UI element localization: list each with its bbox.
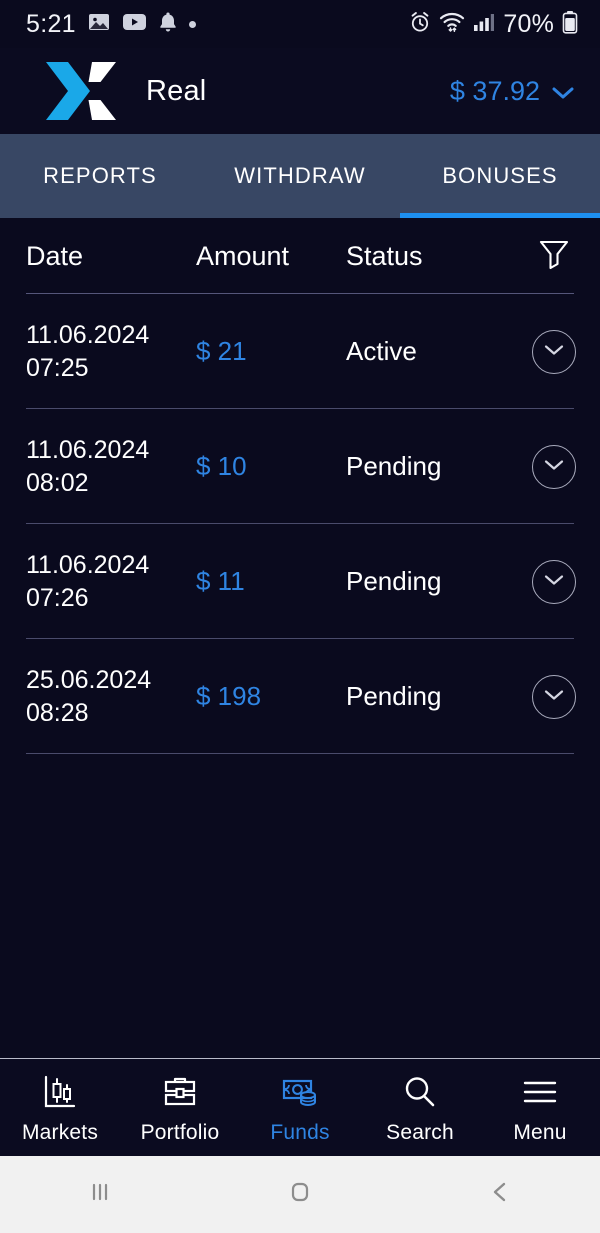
- cell-status: Pending: [346, 566, 442, 596]
- cell-amount: $ 198: [196, 681, 262, 711]
- status-time: 5:21: [26, 9, 76, 38]
- nav-item-markets[interactable]: Markets: [0, 1071, 120, 1145]
- expand-row-button[interactable]: [532, 444, 576, 489]
- filter-funnel-icon: [537, 236, 571, 277]
- row-date: 11.06.2024: [26, 435, 150, 464]
- cell-date: 11.06.2024 08:02: [0, 434, 196, 500]
- signal-icon: [473, 12, 495, 37]
- briefcase-icon: [160, 1071, 200, 1113]
- cell-status: Active: [346, 336, 417, 366]
- chevron-down-icon: [544, 573, 564, 591]
- x-logo: [44, 60, 118, 122]
- expand-row-button[interactable]: [532, 674, 576, 719]
- status-bar-right: 70%: [409, 10, 578, 39]
- row-time: 08:02: [26, 468, 89, 497]
- nav-label: Funds: [270, 1120, 330, 1144]
- cell-action: [508, 444, 600, 489]
- column-header-amount: Amount: [196, 240, 290, 271]
- expand-row-button[interactable]: [532, 559, 576, 604]
- bell-icon: [158, 11, 178, 38]
- row-time: 07:26: [26, 583, 89, 612]
- column-header-status: Status: [346, 240, 423, 271]
- tab-reports[interactable]: REPORTS: [0, 134, 200, 218]
- chevron-down-icon: [544, 688, 564, 706]
- table-row[interactable]: 11.06.2024 07:26 $ 11 Pending: [0, 524, 600, 639]
- candlestick-chart-icon: [40, 1071, 80, 1113]
- status-bar: 5:21 70%: [0, 0, 600, 48]
- recents-icon: [85, 1177, 115, 1212]
- table-row[interactable]: 11.06.2024 08:02 $ 10 Pending: [0, 409, 600, 524]
- battery-icon: [562, 10, 578, 39]
- nav-item-search[interactable]: Search: [360, 1071, 480, 1145]
- gallery-icon: [87, 10, 111, 39]
- cell-amount: $ 11: [196, 566, 245, 596]
- nav-label: Menu: [513, 1120, 567, 1144]
- row-time: 07:25: [26, 353, 89, 382]
- tab-bar: REPORTS WITHDRAW BONUSES: [0, 134, 600, 218]
- chevron-down-icon: [552, 76, 574, 107]
- nav-label: Search: [386, 1120, 454, 1144]
- chevron-down-icon: [544, 343, 564, 361]
- bottom-navigation: Markets Portfolio Funds Search Menu: [0, 1058, 600, 1156]
- cell-amount: $ 10: [196, 451, 247, 481]
- filter-button[interactable]: [508, 236, 600, 277]
- alarm-icon: [409, 11, 431, 38]
- app-header: Real $ 37.92: [0, 48, 600, 134]
- column-header-date: Date: [26, 240, 84, 271]
- row-date: 11.06.2024: [26, 550, 150, 579]
- table-row[interactable]: 25.06.2024 08:28 $ 198 Pending: [0, 639, 600, 754]
- dot-indicator: [188, 20, 196, 28]
- nav-label: Portfolio: [140, 1120, 220, 1144]
- balance-amount: $ 37.92: [449, 75, 540, 106]
- magnifier-icon: [400, 1071, 440, 1113]
- cell-action: [508, 674, 600, 719]
- cell-date: 25.06.2024 08:28: [0, 664, 196, 730]
- wifi-icon: [439, 11, 465, 37]
- back-icon: [485, 1177, 515, 1212]
- nav-item-menu[interactable]: Menu: [480, 1071, 600, 1145]
- android-navigation-bar: [0, 1156, 600, 1233]
- empty-list-area: [0, 754, 600, 1058]
- row-date: 11.06.2024: [26, 320, 150, 349]
- cell-status: Pending: [346, 451, 442, 481]
- nav-item-portfolio[interactable]: Portfolio: [120, 1071, 240, 1145]
- battery-percent: 70%: [503, 9, 554, 38]
- cell-status: Pending: [346, 681, 442, 711]
- recents-button[interactable]: [0, 1177, 200, 1212]
- home-button[interactable]: [200, 1177, 400, 1212]
- phone-screen: 5:21 70% Real $ 37.92 REPORTS WITHDRAW B…: [0, 0, 600, 1233]
- row-time: 08:28: [26, 698, 89, 727]
- nav-item-funds[interactable]: Funds: [240, 1071, 360, 1145]
- tab-bonuses[interactable]: BONUSES: [400, 134, 600, 218]
- table-row[interactable]: 11.06.2024 07:25 $ 21 Active: [0, 294, 600, 409]
- hamburger-menu-icon: [520, 1071, 560, 1113]
- status-bar-left: 5:21: [26, 10, 196, 39]
- back-button[interactable]: [400, 1177, 600, 1212]
- table-header: Date Amount Status: [0, 218, 600, 294]
- brand-block: Real: [44, 60, 206, 122]
- bonuses-panel: Date Amount Status 11.06.2024 07:25 $ 21…: [0, 218, 600, 1058]
- nav-label: Markets: [21, 1120, 99, 1144]
- balance-selector[interactable]: $ 37.92: [450, 76, 574, 107]
- cell-action: [508, 329, 600, 374]
- cell-date: 11.06.2024 07:25: [0, 319, 196, 385]
- account-name: Real: [146, 74, 207, 107]
- expand-row-button[interactable]: [532, 329, 576, 374]
- cell-date: 11.06.2024 07:26: [0, 549, 196, 615]
- cell-action: [508, 559, 600, 604]
- chevron-down-icon: [544, 458, 564, 476]
- banknote-coins-icon: [280, 1071, 320, 1113]
- home-icon: [285, 1177, 315, 1212]
- youtube-icon: [122, 12, 147, 37]
- cell-amount: $ 21: [196, 336, 247, 366]
- row-date: 25.06.2024: [26, 665, 152, 694]
- tab-withdraw[interactable]: WITHDRAW: [200, 134, 400, 218]
